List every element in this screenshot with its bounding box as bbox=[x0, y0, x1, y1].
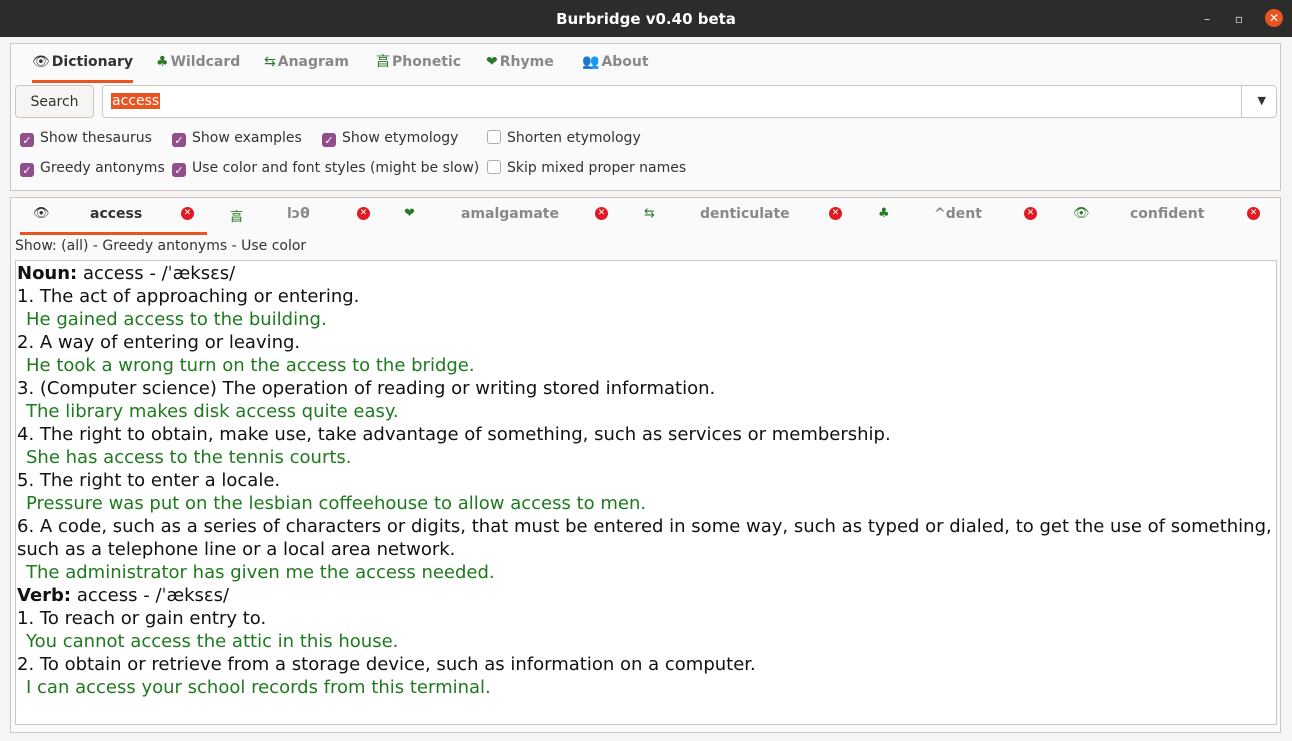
example: She has access to the tennis courts. bbox=[26, 447, 352, 468]
heart-icon: ❤ bbox=[404, 206, 415, 221]
show-examples-checkbox[interactable]: ✓ Show examples bbox=[172, 129, 302, 147]
heart-icon: ❤ bbox=[486, 54, 498, 70]
club-icon: ♣ bbox=[156, 54, 169, 70]
shorten-etymology-checkbox[interactable]: Shorten etymology bbox=[487, 129, 641, 147]
verb-heading: Verb: access - /ˈæksɛs/ bbox=[17, 584, 1276, 607]
checkbox-checked-icon: ✓ bbox=[20, 163, 34, 177]
minimize-icon[interactable]: – bbox=[1198, 10, 1216, 28]
result-tab-confident[interactable]: 👁 confident ✕ bbox=[1065, 199, 1270, 232]
search-combobox[interactable]: access ▼ bbox=[102, 85, 1277, 118]
close-tab-icon[interactable]: ✕ bbox=[357, 207, 370, 220]
tab-label: Anagram bbox=[277, 54, 349, 70]
noun-heading: Noun: access - /ˈæksɛs/ bbox=[17, 262, 1276, 285]
tab-label: About bbox=[601, 54, 649, 70]
definition: 1. The act of approaching or entering. bbox=[17, 286, 360, 307]
close-window-icon[interactable]: ✕ bbox=[1265, 9, 1283, 27]
example: I can access your school records from th… bbox=[26, 677, 491, 698]
greedy-antonyms-checkbox[interactable]: ✓ Greedy antonyms bbox=[20, 159, 165, 177]
definition: 4. The right to obtain, make use, take a… bbox=[17, 424, 891, 445]
result-tab-amalgamate[interactable]: ❤ amalgamate ✕ bbox=[396, 199, 616, 232]
example: Pressure was put on the lesbian coffeeho… bbox=[26, 493, 647, 514]
example: He gained access to the building. bbox=[26, 309, 327, 330]
example: The administrator has given me the acces… bbox=[26, 562, 495, 583]
tab-phonetic[interactable]: 亯 Phonetic bbox=[376, 50, 461, 80]
result-tab-label: lɔθ bbox=[287, 206, 310, 222]
eye-icon: 👁 bbox=[33, 206, 50, 221]
pos-label: Verb: bbox=[17, 585, 72, 606]
example: You cannot access the attic in this hous… bbox=[26, 631, 399, 652]
result-tab-label: confident bbox=[1130, 206, 1205, 222]
close-tab-icon[interactable]: ✕ bbox=[1024, 207, 1037, 220]
checkbox-label: Greedy antonyms bbox=[40, 160, 165, 176]
definition: 6. A code, such as a series of character… bbox=[17, 516, 1272, 560]
combo-divider bbox=[1241, 86, 1242, 117]
show-etymology-checkbox[interactable]: ✓ Show etymology bbox=[322, 129, 458, 147]
shuffle-icon: ⇆ bbox=[644, 206, 655, 221]
close-tab-icon[interactable]: ✕ bbox=[181, 207, 194, 220]
checkbox-label: Show etymology bbox=[342, 130, 459, 146]
maximize-icon[interactable]: ▫ bbox=[1230, 10, 1248, 28]
tab-label: Phonetic bbox=[392, 54, 462, 70]
title-bar: Burbridge v0.40 beta – ▫ ✕ bbox=[0, 0, 1292, 37]
eye-icon: 👁 bbox=[1073, 206, 1090, 221]
close-tab-icon[interactable]: ✕ bbox=[829, 207, 842, 220]
tab-label: Wildcard bbox=[170, 54, 241, 70]
checkbox-label: Use color and font styles (might be slow… bbox=[192, 160, 480, 176]
definition: 3. (Computer science) The operation of r… bbox=[17, 378, 716, 399]
shuffle-icon: ⇆ bbox=[264, 54, 276, 70]
result-tab-access[interactable]: 👁 access ✕ bbox=[20, 199, 207, 235]
tab-anagram[interactable]: ⇆ Anagram bbox=[264, 50, 349, 80]
example: He took a wrong turn on the access to th… bbox=[26, 355, 475, 376]
club-icon: ♣ bbox=[878, 206, 890, 221]
close-tab-icon[interactable]: ✕ bbox=[595, 207, 608, 220]
definition-view[interactable]: Noun: access - /ˈæksɛs/ 1. The act of ap… bbox=[15, 260, 1277, 725]
checkbox-checked-icon: ✓ bbox=[172, 163, 186, 177]
pronunciation: access - /ˈæksɛs/ bbox=[71, 585, 230, 606]
result-tab-denticulate[interactable]: ⇆ denticulate ✕ bbox=[636, 199, 851, 232]
tab-rhyme[interactable]: ❤ Rhyme bbox=[486, 50, 554, 80]
skip-proper-names-checkbox[interactable]: Skip mixed proper names bbox=[487, 159, 686, 177]
definition: 2. To obtain or retrieve from a storage … bbox=[17, 654, 756, 675]
pronunciation: access - /ˈæksɛs/ bbox=[77, 263, 236, 284]
eye-icon: 👁 bbox=[32, 54, 50, 70]
checkbox-label: Show examples bbox=[192, 130, 302, 146]
result-tab-loth[interactable]: 亯 lɔθ ✕ bbox=[207, 199, 377, 232]
tab-label: Dictionary bbox=[51, 54, 134, 70]
phonetic-icon: 亯 bbox=[376, 54, 390, 70]
checkbox-checked-icon: ✓ bbox=[322, 133, 336, 147]
pos-label: Noun: bbox=[17, 263, 78, 284]
definition: 2. A way of entering or leaving. bbox=[17, 332, 301, 353]
definition: 5. The right to enter a locale. bbox=[17, 470, 281, 491]
show-thesaurus-checkbox[interactable]: ✓ Show thesaurus bbox=[20, 129, 152, 147]
checkbox-checked-icon: ✓ bbox=[172, 133, 186, 147]
result-tab-label: denticulate bbox=[700, 206, 790, 222]
use-color-checkbox[interactable]: ✓ Use color and font styles (might be slo… bbox=[172, 159, 479, 177]
checkbox-checked-icon: ✓ bbox=[20, 133, 34, 147]
checkbox-unchecked-icon bbox=[487, 130, 501, 144]
checkbox-unchecked-icon bbox=[487, 160, 501, 174]
close-tab-icon[interactable]: ✕ bbox=[1247, 207, 1260, 220]
phonetic-icon: 亯 bbox=[230, 210, 244, 225]
definition: 1. To reach or gain entry to. bbox=[17, 608, 267, 629]
checkbox-label: Shorten etymology bbox=[507, 130, 641, 146]
search-button[interactable]: Search bbox=[15, 85, 94, 118]
tab-wildcard[interactable]: ♣ Wildcard bbox=[156, 50, 240, 80]
result-tab-label: amalgamate bbox=[461, 206, 559, 222]
result-tab-label: ^dent bbox=[934, 206, 982, 222]
search-input[interactable]: access bbox=[111, 93, 161, 109]
result-tab-dent[interactable]: ♣ ^dent ✕ bbox=[870, 199, 1046, 232]
window-title: Burbridge v0.40 beta bbox=[556, 10, 736, 28]
tab-about[interactable]: 👥 About bbox=[582, 50, 649, 80]
people-icon: 👥 bbox=[582, 54, 600, 70]
checkbox-label: Show thesaurus bbox=[40, 130, 152, 146]
result-tab-label: access bbox=[90, 206, 143, 222]
tab-label: Rhyme bbox=[499, 54, 554, 70]
example: The library makes disk access quite easy… bbox=[26, 401, 399, 422]
filter-status-text: Show: (all) - Greedy antonyms - Use colo… bbox=[15, 238, 307, 254]
checkbox-label: Skip mixed proper names bbox=[507, 160, 687, 176]
tab-dictionary[interactable]: 👁 Dictionary bbox=[32, 50, 134, 83]
chevron-down-icon[interactable]: ▼ bbox=[1258, 94, 1266, 107]
